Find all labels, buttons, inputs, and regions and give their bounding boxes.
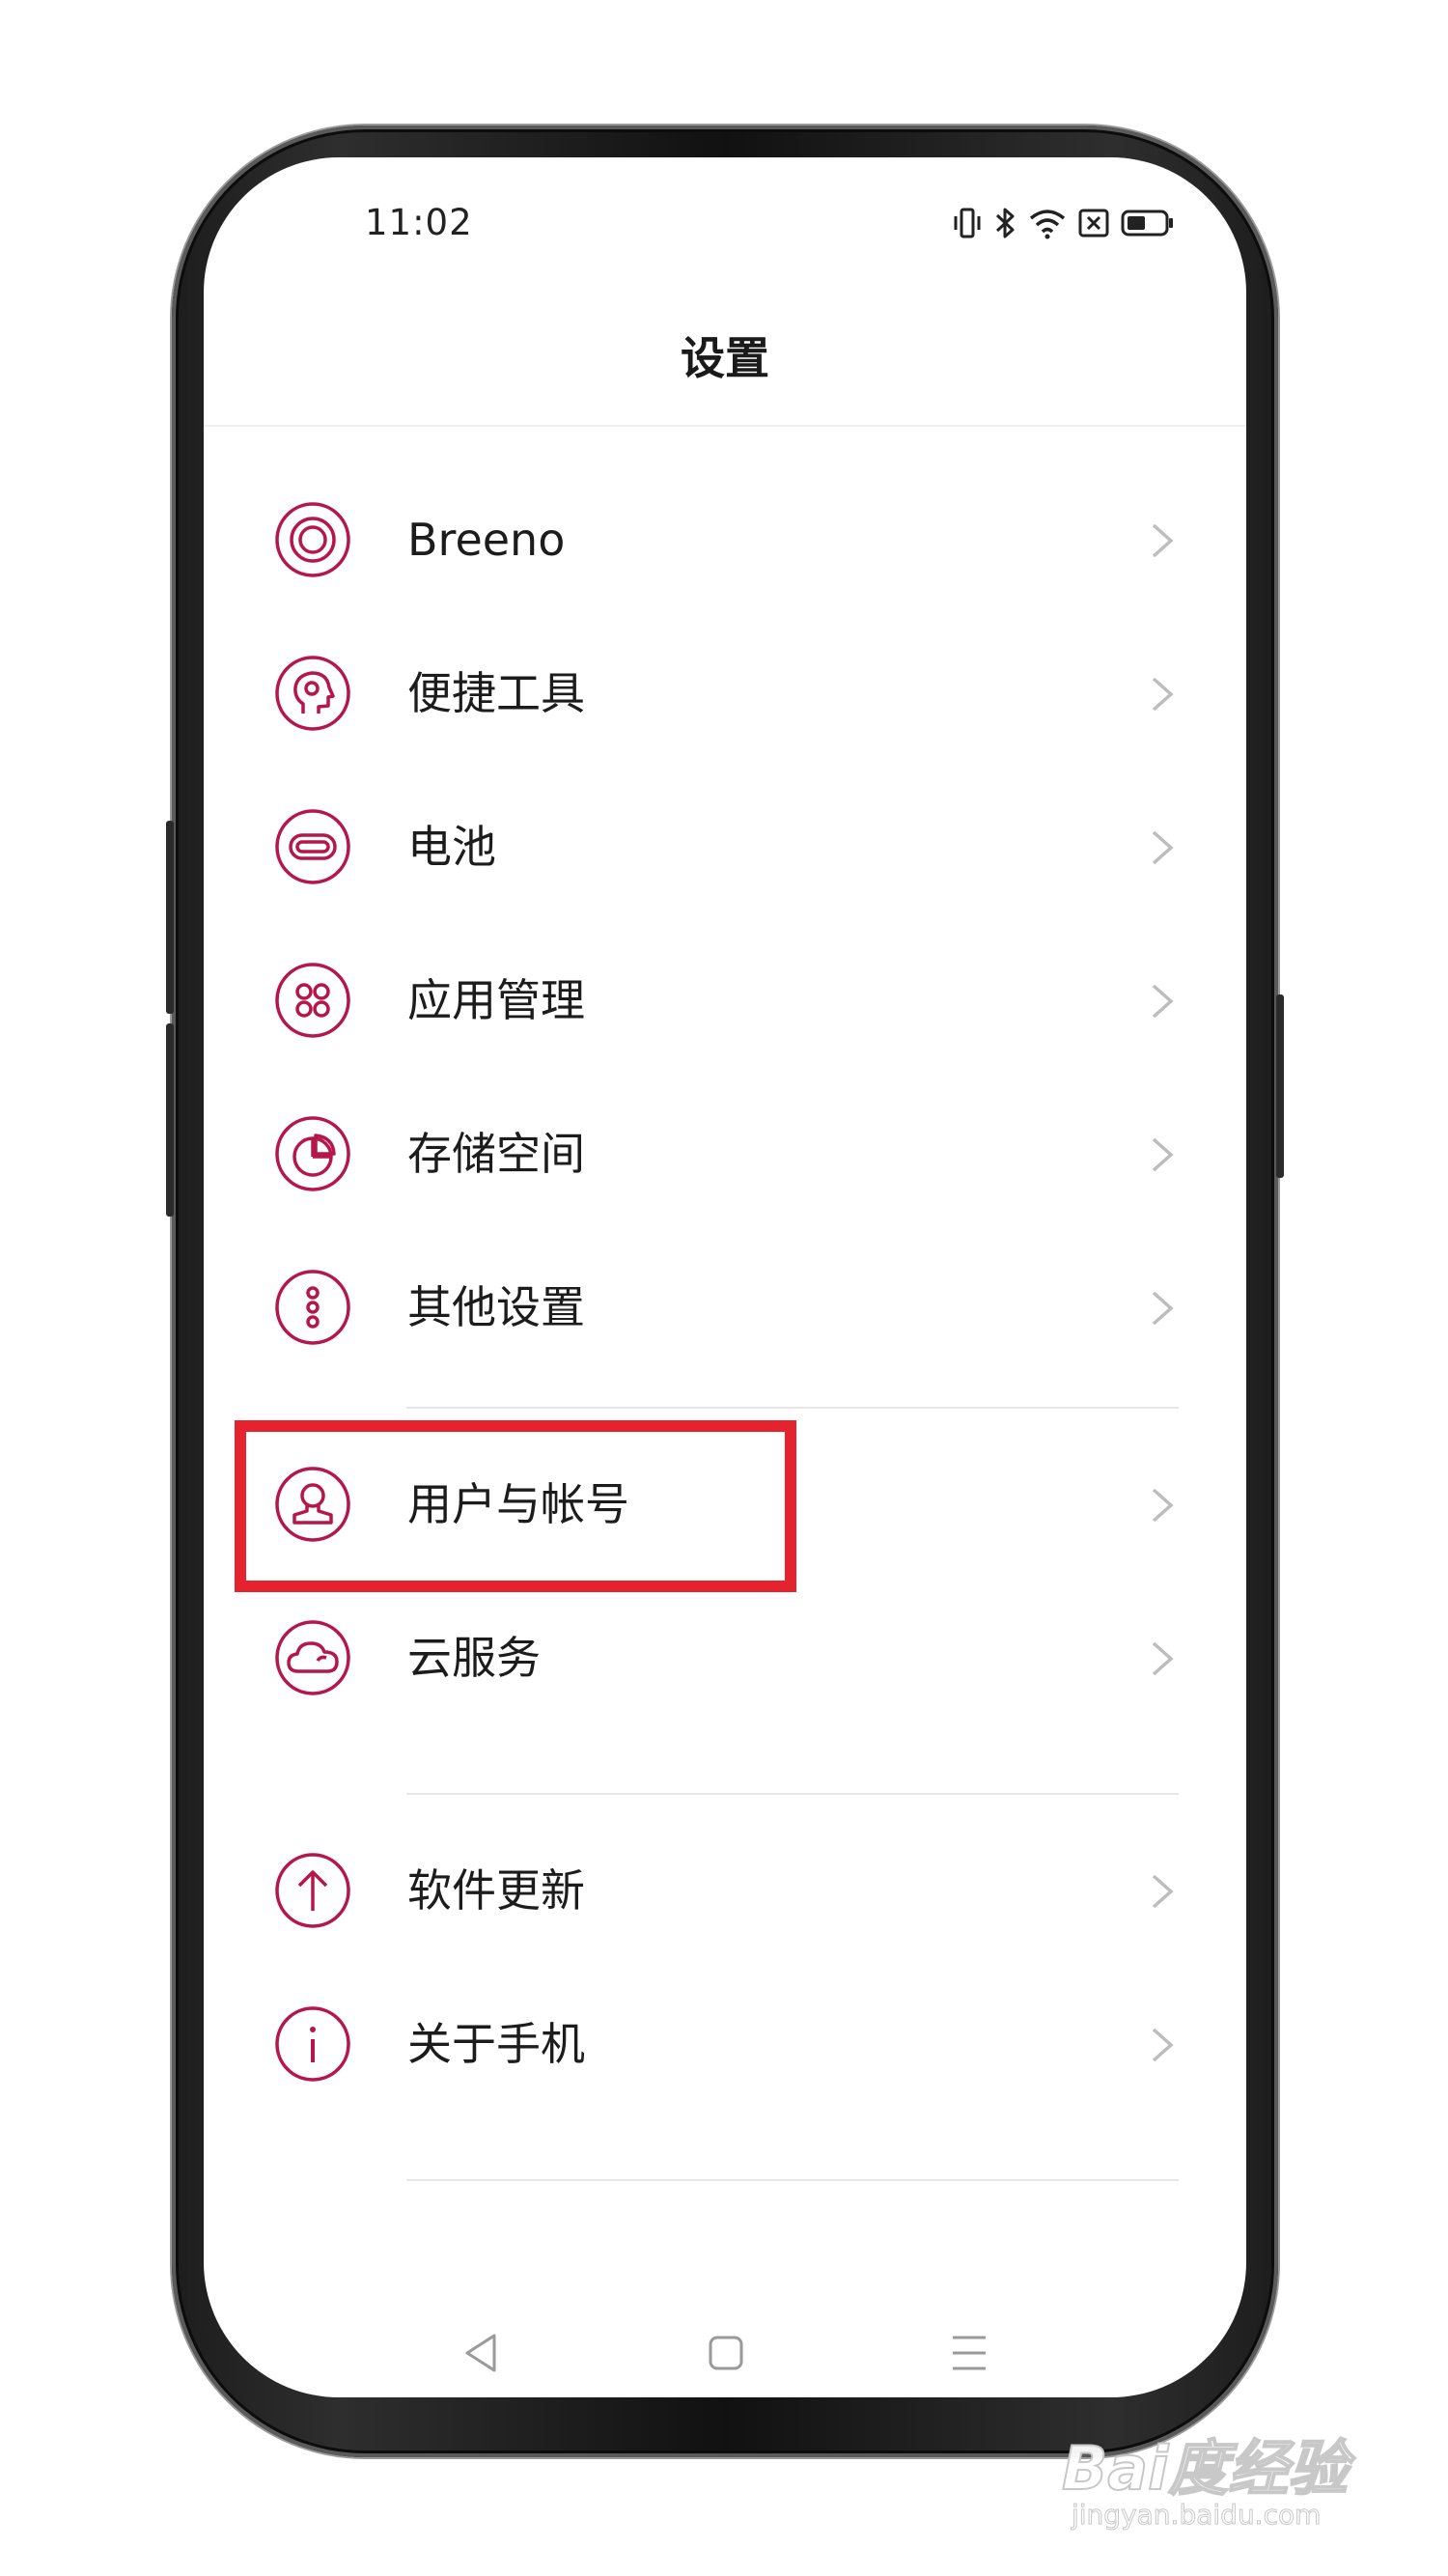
settings-item-storage[interactable]: 存储空间 (204, 1081, 1246, 1226)
settings-item-label: 软件更新 (407, 1864, 585, 1917)
back-icon[interactable] (461, 2330, 500, 2376)
battery-setting-icon (275, 809, 350, 884)
settings-item-label: 应用管理 (407, 974, 585, 1026)
breeno-icon (275, 502, 350, 577)
settings-item-label: 电池 (407, 821, 496, 873)
group-divider (406, 1407, 1179, 1409)
settings-item-software-update[interactable]: 软件更新 (204, 1818, 1246, 1963)
chevron-right-icon (1152, 830, 1174, 865)
watermark-main: Bai度经验 (1061, 2432, 1349, 2505)
software-update-icon (275, 1853, 350, 1928)
settings-item-label: 云服务 (407, 1632, 541, 1684)
settings-item-label: 其他设置 (407, 1281, 585, 1333)
vibrate-icon (954, 208, 981, 238)
settings-item-label: 存储空间 (407, 1128, 585, 1180)
volume-down-button (166, 1023, 174, 1217)
chevron-right-icon (1152, 523, 1174, 558)
settings-item-label: Breeno (407, 514, 566, 566)
more-settings-icon (275, 1270, 350, 1345)
highlight-box (235, 1420, 796, 1592)
settings-item-cloud-service[interactable]: 云服务 (204, 1585, 1246, 1730)
page-title: 设置 (681, 332, 769, 384)
chevron-right-icon (1152, 1874, 1174, 1909)
no-sim-icon (1078, 209, 1109, 238)
bluetooth-icon (995, 208, 1015, 238)
storage-icon (275, 1116, 350, 1191)
chevron-right-icon (1152, 1488, 1174, 1523)
title-divider (204, 425, 1246, 427)
settings-item-convenience-tools[interactable]: 便捷工具 (204, 621, 1246, 766)
chevron-right-icon (1152, 1641, 1174, 1676)
chevron-right-icon (1152, 677, 1174, 712)
settings-item-label: 关于手机 (407, 2018, 585, 2070)
status-icons (953, 204, 1175, 242)
status-time: 11:02 (365, 202, 473, 243)
power-button (1276, 994, 1284, 1178)
group-divider (406, 2179, 1179, 2181)
watermark-sub: jingyan.baidu.com (1071, 2499, 1322, 2532)
baidu-watermark: Bai度经验 jingyan.baidu.com (1061, 2420, 1349, 2535)
group-divider (406, 1793, 1179, 1795)
chevron-right-icon (1152, 1137, 1174, 1172)
settings-item-about-phone[interactable]: 关于手机 (204, 1972, 1246, 2116)
phone-screen: 11:02 设置 Breeno 便捷工具 电池 应用管理 存储空间 其他设置 用… (204, 157, 1246, 2397)
chevron-right-icon (1152, 2028, 1174, 2062)
chevron-right-icon (1152, 984, 1174, 1019)
settings-item-app-management[interactable]: 应用管理 (204, 928, 1246, 1073)
settings-item-more-settings[interactable]: 其他设置 (204, 1235, 1246, 1380)
navigation-bar (204, 2330, 1246, 2388)
settings-item-breeno[interactable]: Breeno (204, 467, 1246, 612)
battery-icon (1121, 210, 1173, 237)
wifi-icon (1029, 210, 1066, 239)
volume-up-button (166, 821, 174, 1014)
app-management-icon (275, 963, 350, 1038)
menu-icon[interactable] (949, 2330, 989, 2376)
cloud-service-icon (275, 1620, 350, 1695)
settings-item-label: 便捷工具 (407, 667, 585, 719)
convenience-tools-icon (275, 656, 350, 731)
settings-item-battery[interactable]: 电池 (204, 774, 1246, 919)
chevron-right-icon (1152, 1291, 1174, 1326)
about-phone-icon (275, 2006, 350, 2082)
home-icon[interactable] (707, 2330, 745, 2376)
